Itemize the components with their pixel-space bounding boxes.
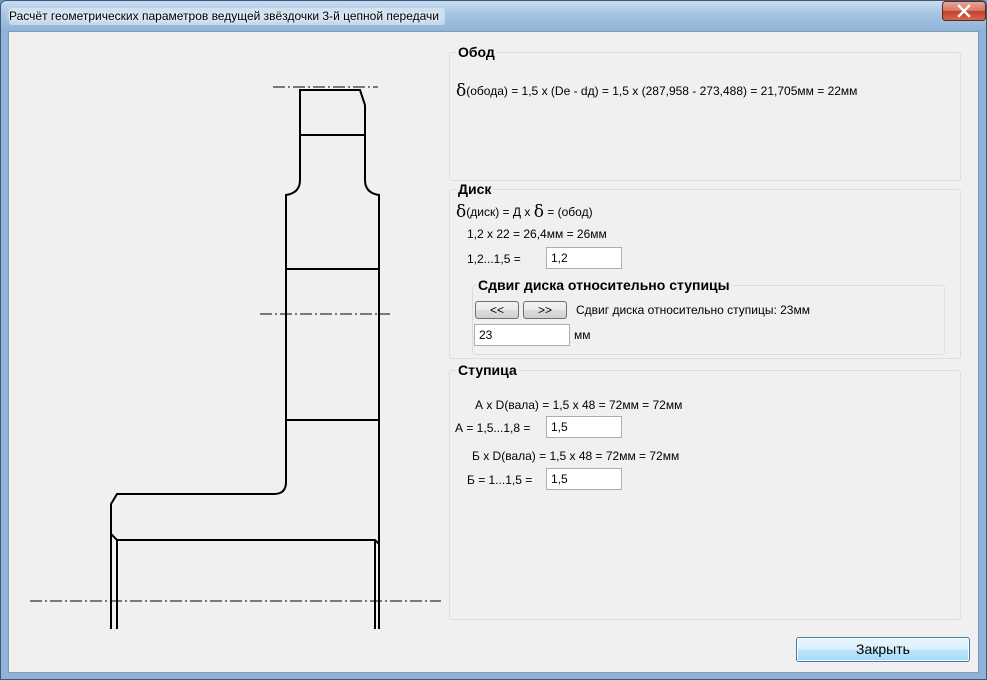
- disk-shift-group: Сдвиг диска относительно ступицы << >> С…: [472, 277, 945, 355]
- title-bar[interactable]: Расчёт геометрических параметров ведущей…: [1, 1, 986, 31]
- disk-calc: 1,2 х 22 = 26,4мм = 26мм: [467, 227, 607, 241]
- hub-label-a: А = 1,5...1,8 =: [455, 421, 531, 435]
- disk-group-title: Диск: [456, 181, 494, 197]
- window-title: Расчёт геометрических параметров ведущей…: [9, 8, 445, 25]
- disk-formula: δ(диск) = Д х δ = (обод): [456, 202, 593, 222]
- shift-next-button[interactable]: >>: [523, 301, 567, 319]
- hub-group: Ступица А х D(вала) = 1,5 х 48 = 72мм = …: [449, 362, 961, 620]
- rim-group-title: Обод: [456, 44, 497, 60]
- sprocket-section-drawing: [30, 86, 454, 631]
- rim-group: Обод δ(обода) = 1,5 х (De - dд) = 1,5 х …: [449, 44, 961, 181]
- delta-symbol: δ: [456, 202, 467, 222]
- disk-shift-title: Сдвиг диска относительно ступицы: [476, 277, 732, 293]
- close-button[interactable]: Закрыть: [796, 637, 970, 662]
- hub-formula-b: Б х D(вала) = 1,5 х 48 = 72мм = 72мм: [472, 449, 680, 463]
- disk-range-label: 1,2...1,5 =: [467, 252, 521, 266]
- rim-formula-text: (обода) = 1,5 х (De - dд) = 1,5 х (287,9…: [466, 84, 858, 98]
- rim-formula: δ(обода) = 1,5 х (De - dд) = 1,5 х (287,…: [456, 81, 857, 101]
- hub-formula-a: А х D(вала) = 1,5 х 48 = 72мм = 72мм: [475, 398, 683, 412]
- hub-coefficient-b-input[interactable]: [546, 468, 622, 490]
- disk-formula-part-a: (диск) = Д х: [466, 205, 531, 219]
- client-area: Обод δ(обода) = 1,5 х (De - dд) = 1,5 х …: [8, 31, 979, 673]
- shift-unit-label: мм: [574, 328, 591, 342]
- close-window-icon[interactable]: [942, 1, 986, 21]
- sprocket-outline: [110, 89, 380, 631]
- delta-symbol: δ: [533, 202, 544, 222]
- shift-status: Сдвиг диска относительно ступицы: 23мм: [576, 303, 810, 317]
- hub-group-title: Ступица: [456, 362, 519, 378]
- shift-value-input[interactable]: [474, 324, 570, 346]
- shift-prev-button[interactable]: <<: [475, 301, 519, 319]
- delta-symbol: δ: [456, 81, 467, 101]
- disk-group: Диск δ(диск) = Д х δ = (обод) 1,2 х 22 =…: [449, 181, 961, 359]
- disk-coefficient-input[interactable]: [546, 247, 622, 269]
- hub-label-b: Б = 1...1,5 =: [467, 473, 533, 487]
- disk-formula-part-b: = (обод): [547, 205, 593, 219]
- sprocket-drawing-panel: [14, 37, 454, 631]
- app-window: Расчёт геометрических параметров ведущей…: [0, 0, 987, 680]
- hub-coefficient-a-input[interactable]: [546, 416, 622, 438]
